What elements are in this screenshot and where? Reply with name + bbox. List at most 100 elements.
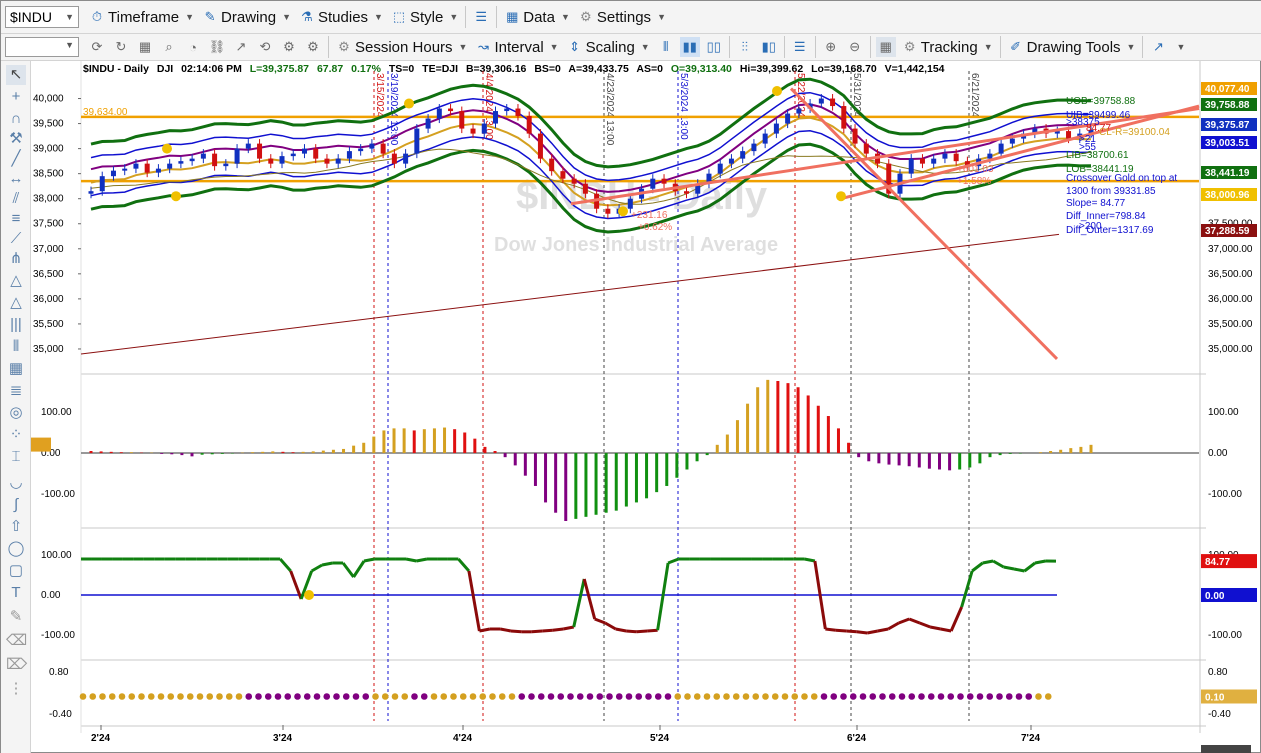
line-icon[interactable]: ╱ (6, 149, 26, 169)
style-button[interactable]: ⬚ Style ▼ (387, 6, 462, 28)
zoom-icon[interactable]: ⌕ (159, 37, 179, 57)
timeframe-button[interactable]: ⏱ Timeframe ▼ (85, 6, 198, 28)
horizontal-arrow-icon[interactable]: ↔ (6, 169, 26, 189)
signal-dot (89, 693, 97, 700)
crosshair-icon[interactable]: + (6, 87, 26, 107)
arrow-icon[interactable]: ↗ (231, 37, 251, 57)
ellipse-icon[interactable]: ◯ (6, 539, 26, 559)
delete-icon[interactable]: ⌦ (6, 655, 27, 675)
data-button[interactable]: ▦ Data ▼ (500, 6, 574, 28)
dots-icon[interactable]: ⁘ (6, 425, 26, 445)
parallel-lines-icon[interactable]: ≡ (6, 209, 26, 229)
steps-icon[interactable]: ⌶ (6, 447, 26, 467)
grid-tool-icon[interactable]: ▦ (6, 359, 26, 379)
layout-icon[interactable]: ☰ (790, 37, 810, 57)
signal-dot (372, 693, 379, 700)
table-icon[interactable]: ▦ (135, 37, 155, 57)
pivot-dot (836, 191, 846, 202)
grid-toggle-icon[interactable]: ▦ (875, 37, 896, 57)
studies-button[interactable]: ⚗ Studies ▼ (295, 6, 387, 28)
scaling-label: Scaling (585, 38, 635, 56)
fib-bars-icon[interactable]: ||| (6, 315, 26, 335)
tracking-button[interactable]: ⚙ Tracking ▼ (898, 36, 997, 58)
settings-button[interactable]: ⚙ Settings ▼ (574, 6, 670, 28)
signal-dot (235, 693, 243, 700)
candle-body (560, 171, 566, 179)
cursor-icon[interactable]: ↖ (6, 65, 26, 85)
signal-dot (206, 693, 214, 700)
pitchfork-icon[interactable]: ⋔ (6, 249, 26, 269)
candle-body (414, 128, 420, 154)
drawing-tools-icon: ✐ (1010, 39, 1022, 54)
gear-small-icon[interactable]: ⚙ (303, 37, 323, 57)
interval-select[interactable]: ▼ (5, 37, 79, 57)
text-tool-icon[interactable]: T (6, 583, 26, 603)
signal-dot (684, 693, 691, 700)
candlestick-icon[interactable]: ▮▮ (679, 37, 700, 57)
drawing-tools-button[interactable]: ✐ Drawing Tools ▼ (1004, 36, 1140, 58)
scaling-button[interactable]: ⇕ Scaling ▼ (563, 36, 654, 58)
bar-chart-icon[interactable]: ⫴ (656, 37, 676, 57)
signal-dot (498, 693, 506, 700)
interval-button[interactable]: ↝ Interval ▼ (471, 36, 562, 58)
signal-dot (323, 693, 331, 700)
oscillator-line (352, 560, 366, 578)
triangle-icon[interactable]: △ (6, 271, 26, 291)
zoom-out-icon[interactable]: ⊖ (845, 37, 865, 57)
gear-icon: ⚙ (338, 39, 350, 54)
toolbar-divider (999, 36, 1001, 58)
chevron-down-icon[interactable]: ▼ (65, 7, 74, 27)
volume-icon[interactable]: ▮▯ (759, 37, 779, 57)
fib-circle-icon[interactable]: ◎ (6, 403, 26, 423)
right-annotation: >200 (1079, 221, 1102, 232)
session-hours-button[interactable]: ⚙ Session Hours ▼ (332, 36, 471, 58)
ray-icon[interactable]: ⟋ (6, 229, 26, 249)
candle-body (358, 148, 364, 152)
wrench-icon[interactable]: ⚒ (6, 129, 26, 149)
zoom-in-icon[interactable]: ⊕ (821, 37, 841, 57)
arc-icon[interactable]: ◡ (6, 473, 26, 493)
oscillator-y-label: 100.00 (41, 550, 72, 561)
channel-icon[interactable]: ⫽ (6, 189, 26, 209)
eraser-icon[interactable]: ⌫ (6, 631, 27, 651)
refresh-icon[interactable]: ⟳ (87, 37, 107, 57)
chart-annotation: +601.03 (957, 164, 994, 175)
drawing-button[interactable]: ✎ Drawing ▼ (198, 6, 295, 28)
candle-body (470, 128, 476, 134)
refresh-chart-icon[interactable]: ⟲ (255, 37, 275, 57)
signal-dot (927, 693, 935, 700)
layout-icon[interactable]: ☰ (471, 7, 491, 27)
x-axis-label: 6'24 (847, 733, 867, 744)
symbol-input[interactable]: $INDU ▼ (5, 6, 79, 28)
oscillator-line (929, 625, 941, 631)
triangle-alt-icon[interactable]: △ (6, 293, 26, 313)
ohlc-icon[interactable]: ⫶⫶ (735, 37, 755, 57)
candle-body (425, 118, 431, 129)
config-icon[interactable]: ⚙ (279, 37, 299, 57)
candle-body (863, 143, 869, 154)
more-button[interactable]: ▼ (1170, 36, 1185, 58)
more-tools-icon[interactable]: ⋮ (6, 679, 26, 699)
magnet-icon[interactable]: ∩ (6, 109, 26, 129)
trend-icon[interactable]: ↗ (1148, 37, 1168, 57)
signal-dot (147, 693, 155, 700)
oscillator-line (341, 562, 355, 578)
oscillator-line (572, 578, 586, 628)
watermark-subtitle: Dow Jones Industrial Average (494, 234, 778, 256)
signal-dot (1025, 693, 1033, 700)
arrow-up-icon[interactable]: ⇧ (6, 517, 26, 537)
reload-icon[interactable]: ↻ (111, 37, 131, 57)
vertical-marker-label: 6/21/2024 (969, 73, 980, 118)
candle-body (852, 128, 858, 144)
pen-icon[interactable]: ✎ (6, 607, 26, 627)
chart-area[interactable]: 40,000 39,500 39,000 38,500 38,000 37,500 37,0… (31, 61, 1261, 753)
fib-levels-icon[interactable]: ≣ (6, 381, 26, 401)
link-icon[interactable]: ⛓ (207, 37, 227, 57)
hollow-candle-icon[interactable]: ▯▯ (704, 37, 724, 57)
signal-dot (108, 693, 116, 700)
curve-icon[interactable]: ∫ (6, 495, 26, 515)
indicator-icon[interactable]: ◔ (183, 37, 203, 57)
rectangle-icon[interactable]: ▢ (6, 561, 26, 581)
tracking-icon: ⚙ (903, 39, 916, 54)
bars-icon[interactable]: ⫴ (6, 337, 26, 357)
